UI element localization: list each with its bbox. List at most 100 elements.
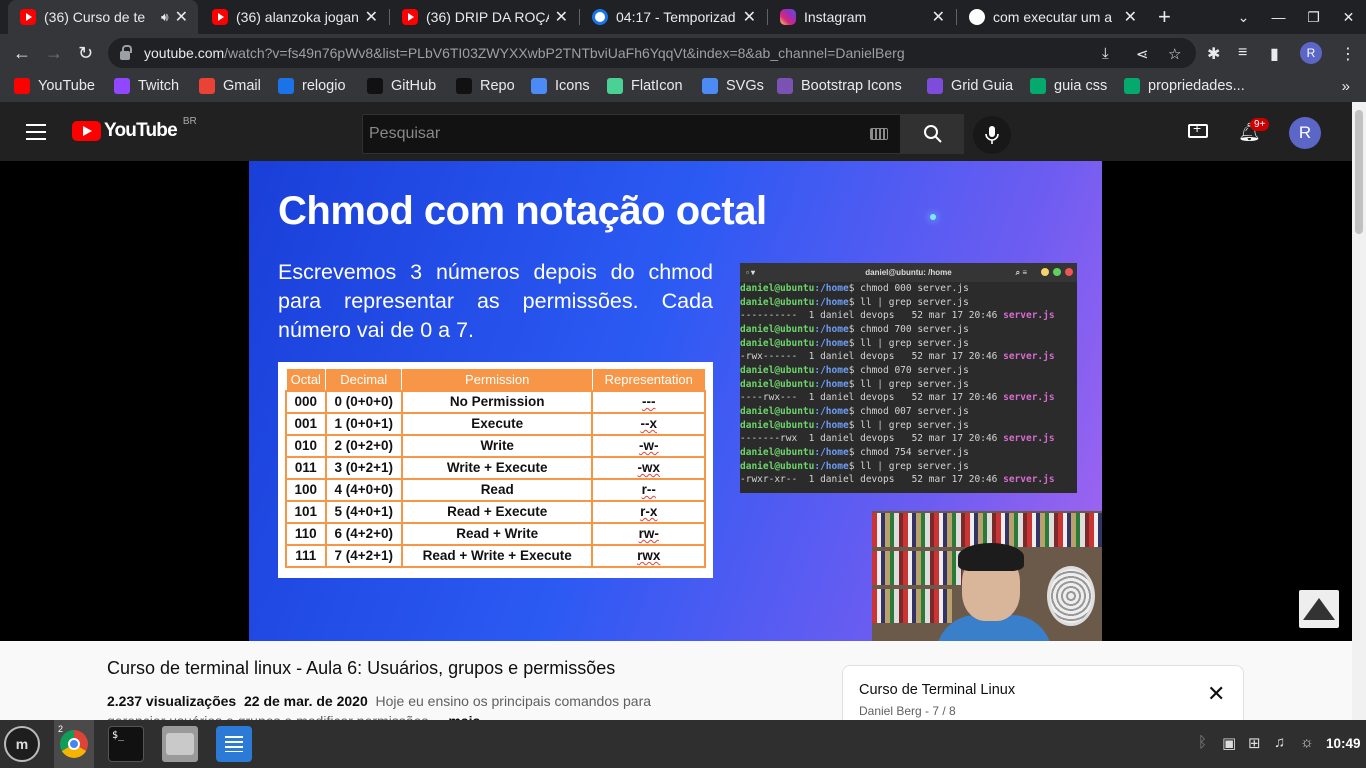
bookmark-item[interactable]: Gmail bbox=[199, 78, 261, 94]
tab-search-chevron-icon[interactable]: ⌄ bbox=[1226, 9, 1261, 26]
search-input[interactable] bbox=[369, 125, 870, 143]
side-panel-icon[interactable]: ▮ bbox=[1270, 44, 1279, 64]
share-icon[interactable]: ⋖ bbox=[1136, 45, 1149, 63]
tab-separator bbox=[579, 9, 580, 25]
voice-search-button[interactable] bbox=[973, 116, 1011, 154]
bookmark-item[interactable]: FlatIcon bbox=[607, 78, 683, 94]
table-cell: 7 (4+2+1) bbox=[324, 543, 403, 568]
address-bar[interactable]: youtube.com/watch?v=fs49n76pWv8&list=PLb… bbox=[108, 38, 1196, 68]
table-cell: 000 bbox=[285, 389, 327, 414]
new-tab-button[interactable]: + bbox=[1158, 4, 1171, 30]
browser-tab[interactable]: (36) Curso de te 🔊︎ ✕ bbox=[8, 0, 198, 34]
search-button[interactable] bbox=[901, 114, 964, 154]
webcam-overlay bbox=[872, 511, 1102, 641]
bookmark-item[interactable]: SVGs bbox=[702, 78, 764, 94]
terminal-line: -rwx------ 1 daniel devops 52 mar 17 20:… bbox=[740, 351, 1055, 363]
bookmark-item[interactable]: Icons bbox=[531, 78, 590, 94]
search-box bbox=[362, 114, 901, 154]
clipboard-icon[interactable]: ▣ bbox=[1222, 734, 1236, 752]
reload-icon[interactable]: ↻ bbox=[78, 43, 93, 64]
terminal-line: daniel@ubuntu:/home$ ll | grep server.js bbox=[740, 460, 969, 472]
upload-date: 22 de mar. de 2020 bbox=[243, 693, 368, 709]
minimize-icon[interactable]: — bbox=[1261, 9, 1296, 25]
table-cell: Execute bbox=[400, 411, 594, 436]
decorative-glow-dot bbox=[930, 214, 936, 220]
sound-icon[interactable]: ♫ bbox=[1274, 734, 1285, 751]
media-control-icon[interactable]: ≡ bbox=[1238, 44, 1247, 62]
forward-arrow-icon[interactable]: → bbox=[45, 43, 63, 64]
show-more-link[interactable]: mais bbox=[448, 713, 480, 720]
terminal-output: daniel@ubuntu:/home$ chmod 000 server.js… bbox=[740, 282, 1077, 487]
more-bookmarks-chevron-icon[interactable]: » bbox=[1342, 78, 1350, 95]
bookmark-item[interactable]: guia css bbox=[1030, 78, 1107, 94]
bookmark-item[interactable]: YouTube bbox=[14, 78, 95, 94]
bookmark-item[interactable]: propriedades... bbox=[1124, 78, 1245, 94]
tab-close-icon[interactable]: ✕ bbox=[1124, 7, 1137, 27]
table-cell: 5 (4+0+1) bbox=[324, 499, 403, 524]
network-icon[interactable]: ⊞ bbox=[1248, 734, 1261, 752]
browser-tab[interactable]: (36) DRIP DA ROÇA ✕ bbox=[390, 0, 578, 34]
tab-close-icon[interactable]: ✕ bbox=[743, 7, 756, 27]
menu-hamburger-icon[interactable] bbox=[26, 124, 46, 140]
youtube-icon bbox=[402, 9, 418, 25]
taskbar-files-icon[interactable] bbox=[162, 726, 198, 762]
create-video-icon[interactable] bbox=[1188, 120, 1208, 138]
video-info: Curso de terminal linux - Aula 6: Usuári… bbox=[0, 641, 1352, 720]
tab-close-icon[interactable]: ✕ bbox=[932, 7, 945, 27]
browser-menu-icon[interactable]: ⋮ bbox=[1340, 44, 1356, 64]
bookmark-item[interactable]: Repo bbox=[456, 78, 515, 94]
terminal-line: daniel@ubuntu:/home$ chmod 000 server.js bbox=[740, 283, 969, 294]
browser-tab[interactable]: Instagram ✕ bbox=[768, 0, 955, 34]
bookmark-star-icon[interactable]: ☆ bbox=[1168, 45, 1181, 63]
bookmark-item[interactable]: GitHub bbox=[367, 78, 436, 94]
channel-watermark[interactable] bbox=[1299, 590, 1339, 628]
bookmark-label: Icons bbox=[555, 78, 590, 94]
table-header-cell: Representation bbox=[591, 368, 706, 391]
account-avatar[interactable]: R bbox=[1289, 117, 1321, 149]
tab-close-icon[interactable]: ✕ bbox=[175, 7, 188, 27]
close-window-icon[interactable]: ✕ bbox=[1331, 9, 1366, 26]
browser-tab[interactable]: 04:17 - Temporizad ✕ bbox=[580, 0, 766, 34]
profile-avatar[interactable]: R bbox=[1300, 42, 1322, 64]
table-cell: 6 (4+2+0) bbox=[324, 521, 403, 546]
audio-playing-icon[interactable]: 🔊︎ bbox=[161, 10, 169, 25]
browser-tab[interactable]: com executar um a ✕ bbox=[957, 0, 1147, 34]
video-player[interactable]: Chmod com notação octal Escrevemos 3 núm… bbox=[0, 161, 1352, 641]
bookmark-item[interactable]: Bootstrap Icons bbox=[777, 78, 902, 94]
taskbar-text-editor-icon[interactable] bbox=[216, 726, 252, 762]
bookmark-item[interactable]: Grid Guia bbox=[927, 78, 1013, 94]
gmail-icon bbox=[199, 78, 215, 94]
tab-close-icon[interactable]: ✕ bbox=[365, 7, 378, 27]
terminal-line: daniel@ubuntu:/home$ chmod 754 server.js bbox=[740, 446, 969, 458]
page-scrollbar[interactable] bbox=[1352, 102, 1366, 720]
terminal-line: -------rwx 1 daniel devops 52 mar 17 20:… bbox=[740, 433, 1055, 445]
keyboard-icon[interactable] bbox=[870, 128, 888, 140]
google-icon bbox=[969, 9, 985, 25]
bootstrap-icon bbox=[777, 78, 793, 94]
tab-close-icon[interactable]: ✕ bbox=[555, 7, 568, 27]
bookmark-label: Grid Guia bbox=[951, 78, 1014, 94]
brightness-icon[interactable]: ☼ bbox=[1300, 734, 1314, 751]
twitch-icon bbox=[114, 78, 130, 94]
bookmark-item[interactable]: Twitch bbox=[114, 78, 179, 94]
restore-icon[interactable]: ❐ bbox=[1296, 9, 1331, 26]
video-description[interactable]: 2.237 visualizações 22 de mar. de 2020 H… bbox=[107, 691, 707, 720]
playlist-title[interactable]: Curso de Terminal Linux bbox=[859, 682, 1015, 698]
table-cell: Read bbox=[400, 477, 594, 502]
scrollbar-thumb[interactable] bbox=[1355, 110, 1363, 234]
youtube-logo[interactable]: YouTube BR bbox=[72, 116, 197, 142]
extensions-puzzle-icon[interactable]: ✱ bbox=[1207, 44, 1220, 64]
start-menu-mint-icon[interactable]: m bbox=[4, 726, 40, 762]
fan-icon bbox=[1047, 566, 1095, 626]
bluetooth-icon[interactable]: ᛒ bbox=[1198, 734, 1207, 751]
system-clock[interactable]: 10:49 bbox=[1326, 736, 1361, 751]
slide-text: Escrevemos 3 números depois do chmod par… bbox=[278, 260, 713, 342]
taskbar-chrome-icon[interactable]: 2 bbox=[54, 720, 94, 768]
close-playlist-icon[interactable]: ✕ bbox=[1207, 683, 1225, 705]
bookmark-item[interactable]: relogio bbox=[278, 78, 346, 94]
lock-icon[interactable] bbox=[120, 44, 132, 60]
taskbar-terminal-icon[interactable]: $_ bbox=[108, 726, 144, 762]
back-arrow-icon[interactable]: ← bbox=[13, 43, 31, 64]
install-app-icon[interactable]: ⤓ bbox=[1102, 45, 1109, 62]
browser-tab[interactable]: (36) alanzoka jogan ✕ bbox=[200, 0, 388, 34]
